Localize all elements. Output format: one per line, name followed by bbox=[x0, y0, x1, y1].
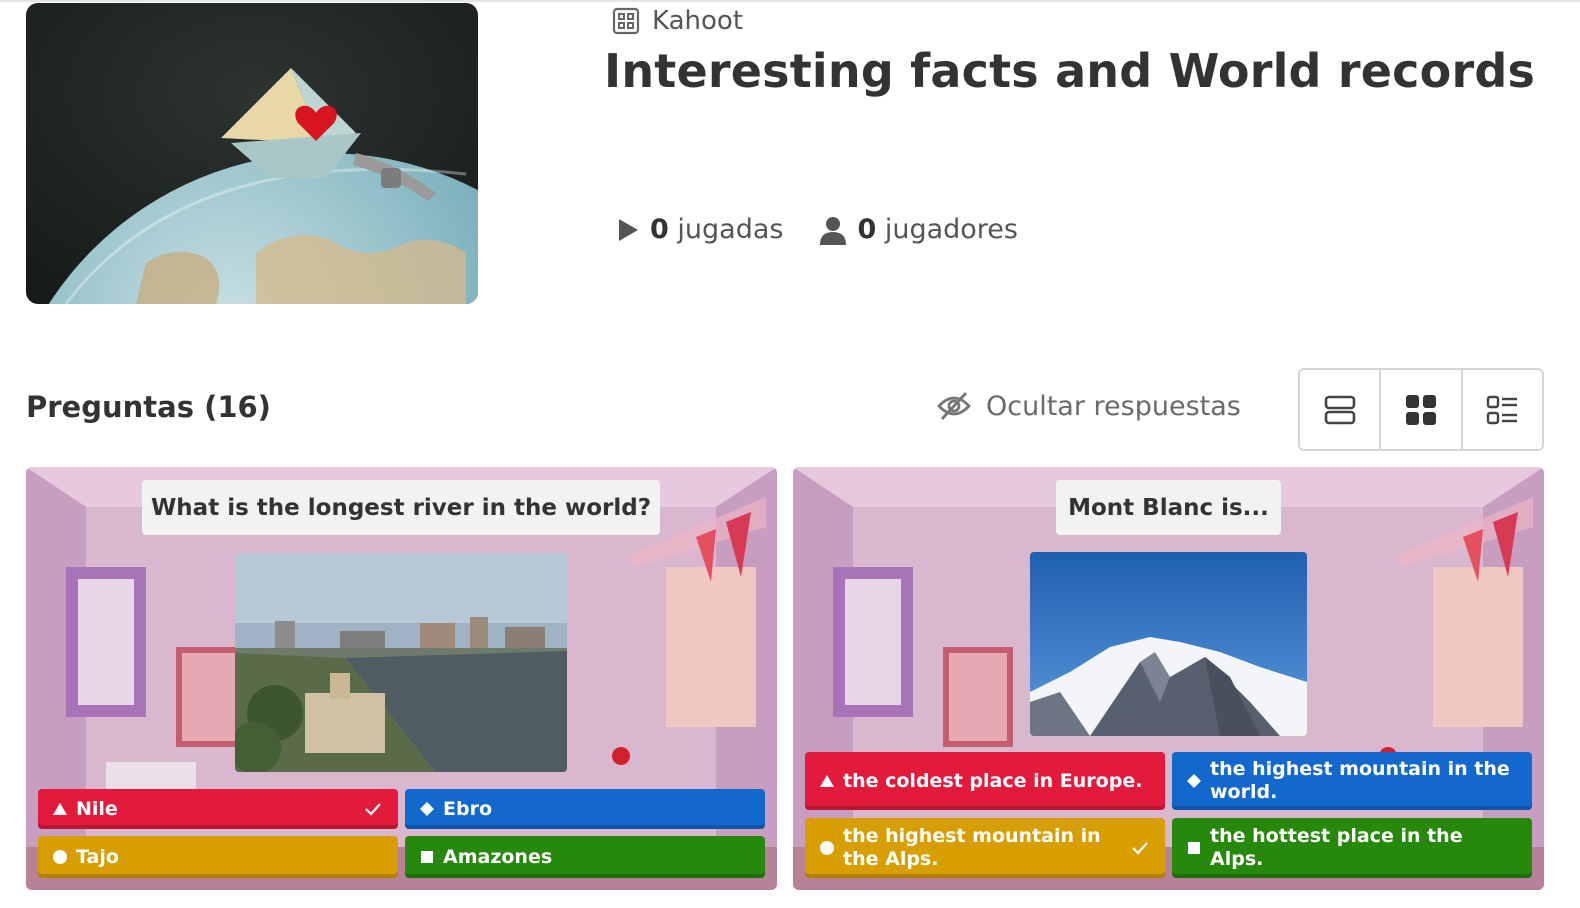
hide-answers-label: Ocultar respuestas bbox=[986, 390, 1241, 422]
question-card[interactable]: Mont Blanc is... the coldest place in Eu… bbox=[793, 467, 1544, 890]
square-icon bbox=[1186, 840, 1202, 856]
answer-text: Nile bbox=[76, 797, 118, 820]
players-count: 0 bbox=[857, 214, 877, 245]
rows-view-button[interactable] bbox=[1300, 370, 1382, 449]
answer-option[interactable]: the coldest place in Europe. bbox=[805, 752, 1165, 810]
players-stat: 0 jugadores bbox=[819, 214, 1018, 245]
plays-stat: 0 jugadas bbox=[616, 214, 783, 245]
answer-option[interactable]: Nile bbox=[38, 789, 398, 829]
answer-option[interactable]: the highest mountain in the Alps. bbox=[805, 818, 1165, 878]
answer-option[interactable]: the highest mountain in the world. bbox=[1172, 752, 1532, 810]
check-icon bbox=[365, 803, 381, 816]
list-view-icon bbox=[1487, 395, 1518, 424]
answer-text: the highest mountain in the world. bbox=[1210, 758, 1510, 803]
eye-slash-icon bbox=[937, 391, 971, 421]
kahoot-grid-icon bbox=[612, 7, 640, 35]
square-icon bbox=[419, 849, 435, 865]
answer-option[interactable]: Amazones bbox=[405, 836, 765, 878]
kahoot-type-text: Kahoot bbox=[652, 6, 744, 36]
kahoot-type-label: Kahoot bbox=[612, 6, 743, 36]
question-image bbox=[235, 553, 567, 772]
top-divider bbox=[0, 0, 1580, 2]
play-icon bbox=[619, 218, 638, 241]
kahoot-stats: 0 jugadas 0 jugadores bbox=[616, 214, 1018, 245]
answer-text: Amazones bbox=[443, 845, 553, 868]
answer-text: Ebro bbox=[443, 797, 493, 820]
plays-count: 0 bbox=[650, 214, 669, 245]
list-view-button[interactable] bbox=[1462, 370, 1542, 449]
answer-text: the coldest place in Europe. bbox=[843, 769, 1143, 792]
kahoot-cover-image bbox=[26, 3, 478, 304]
answer-text: the hottest place in the Alps. bbox=[1210, 825, 1463, 870]
kahoot-title: Interesting facts and World records bbox=[604, 44, 1536, 98]
diamond-icon bbox=[1186, 773, 1202, 789]
answer-text: the highest mountain in the Alps. bbox=[843, 825, 1101, 870]
triangle-icon bbox=[819, 773, 835, 789]
question-image bbox=[1030, 552, 1307, 736]
rows-view-icon bbox=[1324, 395, 1355, 424]
diamond-icon bbox=[419, 801, 435, 817]
question-title: What is the longest river in the world? bbox=[142, 480, 660, 535]
grid-view-icon bbox=[1405, 394, 1436, 425]
circle-icon bbox=[819, 840, 835, 856]
hide-answers-button[interactable]: Ocultar respuestas bbox=[936, 390, 1241, 422]
answer-option[interactable]: Tajo bbox=[38, 836, 398, 878]
user-icon bbox=[820, 216, 847, 245]
question-card[interactable]: What is the longest river in the world? … bbox=[26, 467, 777, 890]
triangle-icon bbox=[52, 801, 68, 817]
plays-label: jugadas bbox=[677, 214, 784, 245]
players-label: jugadores bbox=[884, 214, 1018, 245]
check-icon bbox=[1132, 842, 1148, 855]
questions-header: Preguntas (16) bbox=[26, 390, 271, 424]
answer-option[interactable]: the hottest place in the Alps. bbox=[1172, 818, 1532, 878]
view-switcher bbox=[1298, 368, 1544, 451]
grid-view-button[interactable] bbox=[1381, 370, 1463, 449]
circle-icon bbox=[52, 849, 68, 865]
answer-option[interactable]: Ebro bbox=[405, 789, 765, 829]
question-title: Mont Blanc is... bbox=[1056, 480, 1281, 535]
answer-text: Tajo bbox=[76, 845, 119, 868]
